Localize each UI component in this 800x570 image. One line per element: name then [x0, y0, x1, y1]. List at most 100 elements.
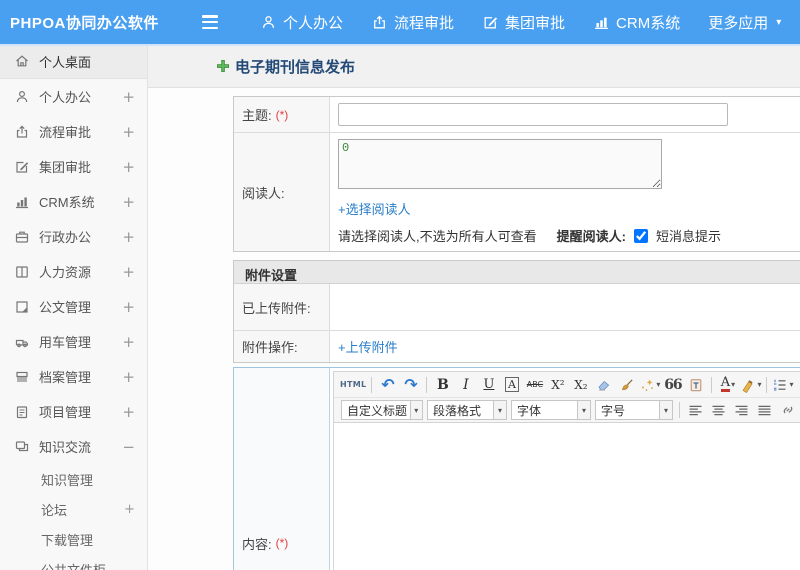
sidebar-subitem-download-mgmt[interactable]: 下载管理 — [0, 524, 147, 554]
link-icon — [783, 406, 792, 414]
align-center-button[interactable] — [708, 400, 729, 421]
caret-down-icon: ▾ — [789, 380, 794, 389]
expand-icon[interactable]: + — [122, 228, 135, 246]
clipboard-icon — [16, 405, 28, 418]
expand-icon[interactable]: + — [124, 502, 135, 517]
expand-icon[interactable]: + — [122, 333, 135, 351]
page-title-bar: 电子期刊信息发布 — [148, 46, 800, 88]
char-border-button[interactable]: A — [501, 374, 522, 395]
publish-form: 主题: (*) 阅读人: 0 +选择阅读人 请选择阅读人,不选为所有人可查看 提… — [233, 96, 800, 570]
sidebar-subitem-public-cabinet[interactable]: 公共文件柜 — [0, 554, 147, 570]
nav-workflow-approval[interactable]: 流程审批 — [371, 12, 454, 33]
top-header: PHPOA协同办公软件 个人办公 流程审批 集团审批 CRM系统 更多应用 ▾ — [0, 0, 800, 44]
bar-chart-icon — [15, 196, 29, 208]
uploaded-value — [330, 284, 800, 330]
strikethrough-button[interactable]: ABC — [524, 374, 545, 395]
insert-link-button[interactable] — [777, 400, 798, 421]
expand-icon[interactable]: + — [122, 193, 135, 211]
sidebar-item-personal-office[interactable]: 个人办公 + — [0, 79, 147, 114]
attachment-action-label: 附件操作: — [242, 340, 298, 355]
sidebar-item-archive-mgmt[interactable]: 档案管理 + — [0, 359, 147, 394]
nav-personal-office[interactable]: 个人办公 — [260, 12, 343, 33]
align-justify-button[interactable] — [754, 400, 775, 421]
paragraph-combo[interactable]: 段落格式 ▾ — [427, 400, 507, 420]
remove-format-button[interactable] — [616, 374, 637, 395]
font-family-combo[interactable]: 字体 ▾ — [511, 400, 591, 420]
underline-button[interactable]: U — [478, 374, 499, 395]
undo-button[interactable]: ↶ — [377, 374, 398, 395]
attachment-table: 附件设置 已上传附件: 附件操作: +上传附件 — [233, 260, 800, 363]
sidebar-item-workflow-approval[interactable]: 流程审批 + — [0, 114, 147, 149]
nav-crm[interactable]: CRM系统 — [593, 12, 680, 33]
edit-icon — [16, 161, 29, 173]
top-nav: 个人办公 流程审批 集团审批 CRM系统 更多应用 ▾ — [246, 12, 795, 33]
expand-icon[interactable]: + — [122, 123, 135, 141]
expand-icon[interactable]: + — [122, 368, 135, 386]
sidebar-item-hr[interactable]: 人力资源 + — [0, 254, 147, 289]
auto-typeset-button[interactable]: ▾ — [639, 374, 660, 395]
font-size-combo[interactable]: 字号 ▾ — [595, 400, 673, 420]
caret-down-icon: ▾ — [409, 401, 422, 419]
editor-toolbar: HTML ↶ ↷ B I U A ABC X² X₂ ▾ 66 A ▾ ▾ ▾ … — [333, 371, 800, 423]
caret-down-icon: ▾ — [731, 380, 736, 389]
unordered-list-button[interactable] — [795, 374, 800, 395]
menu-icon[interactable] — [202, 15, 222, 29]
expand-icon[interactable]: + — [122, 298, 135, 316]
sidebar-item-document-mgmt[interactable]: 公文管理 + — [0, 289, 147, 324]
blockquote-button[interactable]: 66 — [662, 374, 683, 395]
document-icon — [16, 300, 28, 313]
chat-icon — [15, 440, 29, 451]
sms-checkbox[interactable] — [633, 228, 648, 243]
paste-button[interactable] — [685, 374, 706, 395]
sidebar-item-desktop[interactable]: 个人桌面 — [0, 44, 147, 79]
bold-button[interactable]: B — [432, 374, 453, 395]
sidebar-item-knowledge[interactable]: 知识交流 − — [0, 429, 147, 464]
sidebar-item-vehicle-mgmt[interactable]: 用车管理 + — [0, 324, 147, 359]
sidebar-item-crm[interactable]: CRM系统 + — [0, 184, 147, 219]
caret-down-icon: ▾ — [577, 401, 590, 419]
briefcase-icon — [15, 231, 29, 243]
readers-textarea[interactable]: 0 — [338, 139, 662, 189]
heading-combo[interactable]: 自定义标题 ▾ — [341, 400, 423, 420]
align-right-button[interactable] — [731, 400, 752, 421]
align-left-icon — [688, 405, 703, 415]
uploaded-label: 已上传附件: — [242, 300, 311, 316]
sidebar-item-project-mgmt[interactable]: 项目管理 + — [0, 394, 147, 429]
ordered-list-button[interactable]: ▾ — [772, 374, 793, 395]
subject-input[interactable] — [338, 103, 728, 126]
expand-icon[interactable]: + — [122, 88, 135, 106]
upload-attachment-link[interactable]: +上传附件 — [338, 337, 398, 356]
workflow-icon — [16, 125, 28, 138]
font-color-button[interactable]: A ▾ — [717, 374, 738, 395]
expand-icon[interactable]: + — [122, 158, 135, 176]
remind-readers-label: 提醒阅读人: — [556, 229, 626, 244]
align-left-button[interactable] — [685, 400, 706, 421]
redo-button[interactable]: ↷ — [400, 374, 421, 395]
html-source-button[interactable]: HTML — [340, 374, 366, 395]
collapse-icon[interactable]: − — [122, 438, 135, 456]
nav-group-approval[interactable]: 集团审批 — [482, 12, 565, 33]
sidebar-subitem-forum[interactable]: 论坛 + — [0, 494, 147, 524]
attachment-section-title: 附件设置 — [234, 261, 800, 284]
select-readers-link[interactable]: +选择阅读人 — [338, 199, 411, 218]
subscript-button[interactable]: X₂ — [570, 374, 591, 395]
ordered-list-icon — [773, 378, 787, 391]
subject-row: 主题: (*) — [234, 97, 800, 132]
align-justify-icon — [757, 405, 772, 415]
editor-content-area[interactable] — [333, 423, 800, 570]
sidebar-item-group-approval[interactable]: 集团审批 + — [0, 149, 147, 184]
expand-icon[interactable]: + — [122, 263, 135, 281]
expand-icon[interactable]: + — [122, 403, 135, 421]
highlight-color-button[interactable]: ▾ — [740, 374, 761, 395]
italic-button[interactable]: I — [455, 374, 476, 395]
eraser-button[interactable] — [593, 374, 614, 395]
archive-icon — [16, 371, 28, 383]
sidebar-item-admin-office[interactable]: 行政办公 + — [0, 219, 147, 254]
uploaded-row: 已上传附件: — [234, 284, 800, 330]
caret-down-icon: ▾ — [656, 380, 661, 389]
nav-more-apps[interactable]: 更多应用 ▾ — [708, 12, 781, 33]
broom-icon — [621, 378, 633, 390]
sidebar-subitem-knowledge-mgmt[interactable]: 知识管理 — [0, 464, 147, 494]
superscript-button[interactable]: X² — [547, 374, 568, 395]
basic-info-table: 主题: (*) 阅读人: 0 +选择阅读人 请选择阅读人,不选为所有人可查看 提… — [233, 96, 800, 252]
